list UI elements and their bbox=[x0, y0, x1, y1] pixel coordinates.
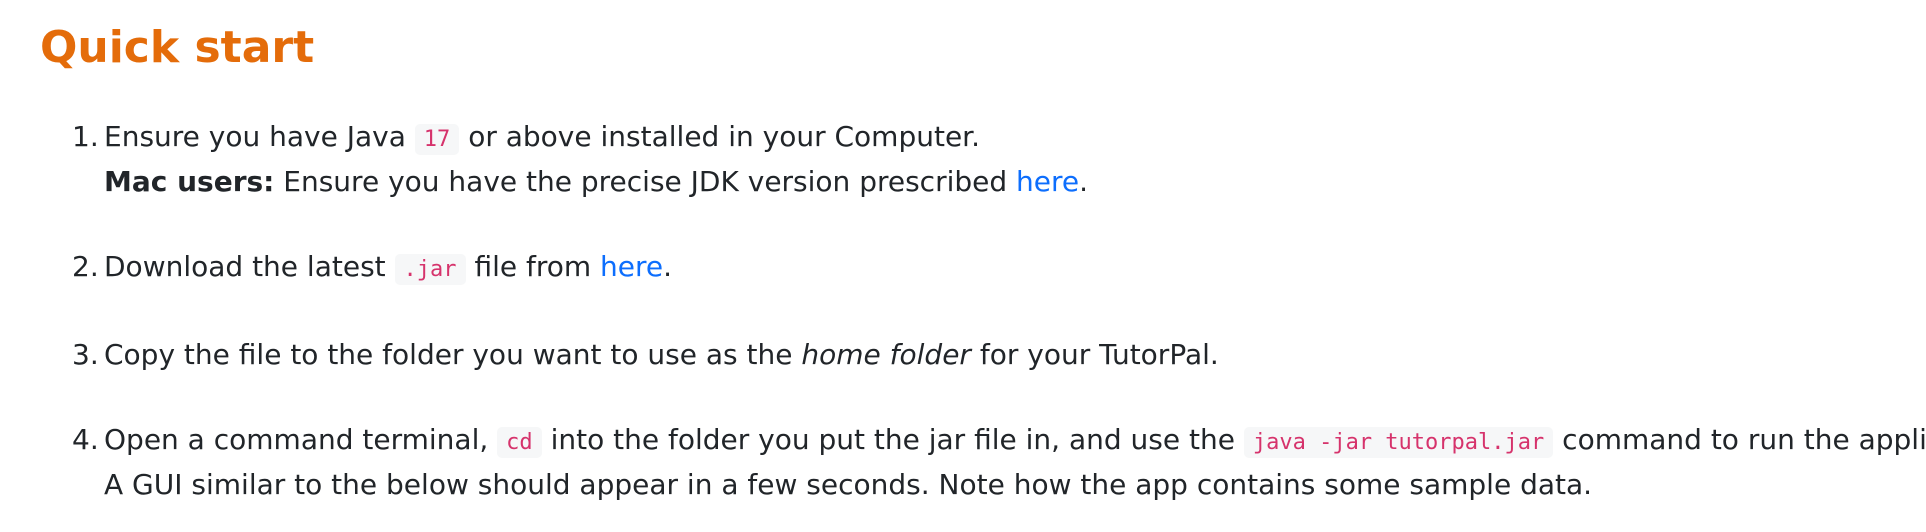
step-text: Copy the file to the folder you want to … bbox=[104, 338, 793, 371]
step-number: 3. bbox=[72, 338, 99, 371]
step-text: Ensure you have Java bbox=[104, 120, 406, 153]
step-text: Open a command terminal, bbox=[104, 423, 489, 456]
step-text: into the folder you put the jar file in,… bbox=[550, 423, 1235, 456]
inline-code: cd bbox=[497, 427, 542, 458]
step-text: for your TutorPal. bbox=[979, 338, 1219, 371]
quick-start-section: Quick start 1. Ensure you have Java 17 o… bbox=[0, 0, 1926, 532]
download-jar-link[interactable]: here bbox=[600, 250, 663, 283]
mac-users-label: Mac users: bbox=[104, 165, 275, 198]
step-text: A GUI similar to the below should appear… bbox=[104, 468, 1593, 501]
inline-code: .jar bbox=[394, 254, 466, 285]
list-item-step-2: 2. Download the latest .jar file from he… bbox=[0, 246, 1926, 291]
list-item-step-4: 4. Open a command terminal, cd into the … bbox=[0, 419, 1926, 506]
jdk-version-link[interactable]: here bbox=[1016, 165, 1079, 198]
list-item-step-3: 3. Copy the file to the folder you want … bbox=[0, 334, 1926, 376]
list-item-step-1: 1. Ensure you have Java 17 or above inst… bbox=[0, 116, 1926, 203]
step-text: . bbox=[1079, 165, 1089, 198]
step-text: or above installed in your Computer. bbox=[468, 120, 981, 153]
inline-code: 17 bbox=[414, 124, 460, 155]
step-text: . bbox=[663, 250, 673, 283]
step-text: file from bbox=[474, 250, 592, 283]
step-number: 1. bbox=[72, 120, 99, 153]
steps-list: 1. Ensure you have Java 17 or above inst… bbox=[0, 116, 1926, 532]
step-text: Download the latest bbox=[104, 250, 386, 283]
step-number: 2. bbox=[72, 250, 99, 283]
page-title: Quick start bbox=[40, 22, 315, 73]
step-number: 4. bbox=[72, 423, 99, 456]
inline-code: java -jar tutorpal.jar bbox=[1243, 427, 1554, 458]
home-folder-emphasis: home folder bbox=[801, 338, 971, 371]
step-text: Ensure you have the precise JDK version … bbox=[283, 165, 1008, 198]
step-text: command to run the application. bbox=[1562, 423, 1926, 456]
